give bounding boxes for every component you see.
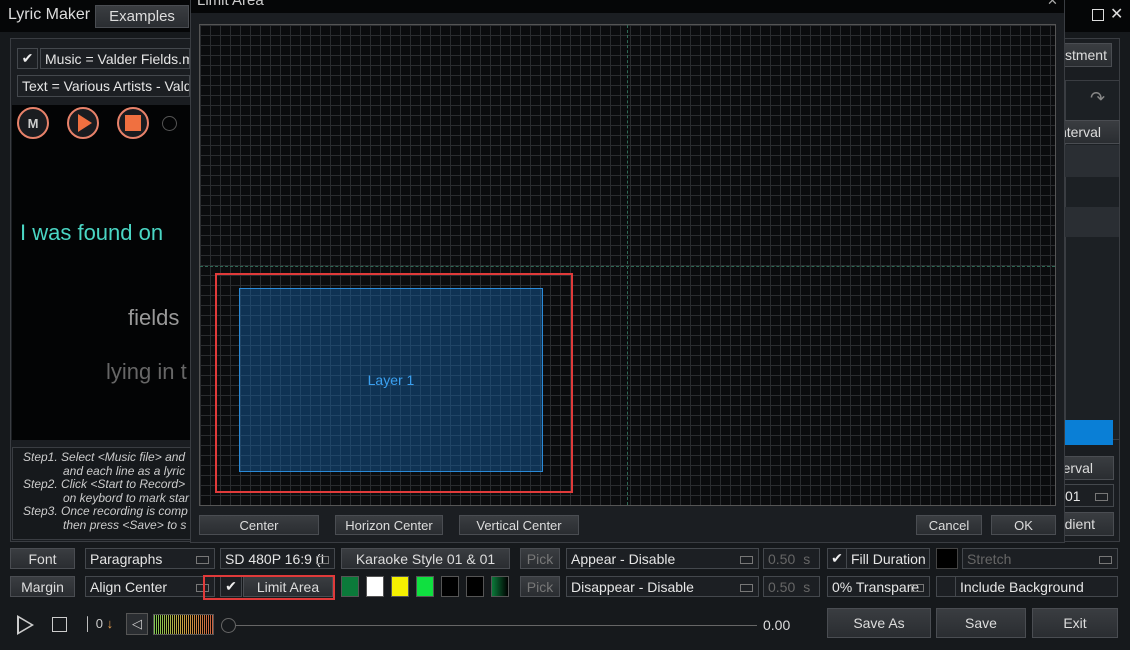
lyric-after: lying in t <box>106 359 187 384</box>
play-icon-inner <box>19 618 31 632</box>
limit-area-canvas[interactable]: Layer 1 <box>199 24 1056 506</box>
counter-value: 0 <box>95 616 103 631</box>
margin-button[interactable]: Margin <box>10 576 75 597</box>
vertical-center-button[interactable]: Vertical Center <box>459 515 579 535</box>
text-file-field[interactable]: Text = Various Artists - Vald <box>17 75 190 97</box>
lyric-current: I was found on <box>20 220 164 245</box>
step3-cont: then press <Save> to s <box>63 517 187 532</box>
lyric-preview <box>12 105 190 440</box>
music-checkbox[interactable]: ✔ <box>17 48 38 69</box>
karaoke-style-button[interactable]: Karaoke Style 01 & 01 <box>341 548 510 569</box>
ok-button[interactable]: OK <box>991 515 1056 535</box>
stretch-select[interactable]: Stretch <box>962 548 1118 569</box>
color-swatch[interactable] <box>466 576 484 597</box>
dialog-title-bar <box>191 0 1064 13</box>
appear-time: 0.50 <box>768 550 796 567</box>
color-swatch[interactable] <box>391 576 409 597</box>
lyric-next: fields <box>128 305 180 330</box>
record-slider-knob[interactable] <box>162 116 177 131</box>
appear-time-field[interactable]: 0.50 s <box>763 548 820 569</box>
disappear-time: 0.50 <box>768 578 796 595</box>
dialog-title: Limit Area <box>197 0 264 9</box>
fill-color-swatch[interactable] <box>936 548 958 569</box>
step3: Step3. Once recording is comp <box>23 504 188 518</box>
app-title: Lyric Maker <box>8 6 91 23</box>
volume-meter[interactable] <box>153 614 214 635</box>
music-file-field[interactable]: Music = Valder Fields.m <box>40 48 190 69</box>
dialog-close-icon[interactable]: ✕ <box>1047 0 1058 9</box>
save-as-button[interactable]: Save As <box>827 608 931 638</box>
disappear-select[interactable]: Disappear - Disable <box>566 576 759 597</box>
color-swatch[interactable] <box>416 576 434 597</box>
unit-label: s <box>803 550 811 567</box>
list-row[interactable] <box>1065 145 1119 177</box>
vertical-center-guide <box>627 25 628 505</box>
color-swatch[interactable] <box>491 576 509 597</box>
color-swatch[interactable] <box>341 576 359 597</box>
resolution-select[interactable]: SD 480P 16:9 (I <box>220 548 335 569</box>
counter: │ 0 ↓ <box>84 616 114 631</box>
stop-record-button[interactable] <box>117 107 149 139</box>
paragraphs-select[interactable]: Paragraphs <box>85 548 215 569</box>
align-select[interactable]: Align Center <box>85 576 215 597</box>
color-swatch[interactable] <box>366 576 384 597</box>
unit-label: s <box>803 578 811 595</box>
include-background-label: Include Background <box>955 576 1118 597</box>
steps-help: Step1. Select <Music file> and and each … <box>12 447 192 540</box>
cancel-button[interactable]: Cancel <box>916 515 982 535</box>
limit-area-highlight <box>203 575 335 600</box>
horizontal-center-guide <box>200 266 1055 267</box>
stop-icon <box>125 115 141 131</box>
music-button[interactable]: M <box>17 107 49 139</box>
play-record-button[interactable] <box>67 107 99 139</box>
play-icon <box>78 114 92 132</box>
color-bar[interactable] <box>1065 420 1113 445</box>
step2-cont: on keybord to mark star <box>63 490 190 505</box>
pick-appear-button[interactable]: Pick <box>520 548 560 569</box>
seek-track[interactable] <box>232 625 757 626</box>
fill-duration-label: Fill Duration <box>846 548 930 569</box>
seek-knob[interactable] <box>221 618 236 633</box>
layer-1-box[interactable]: Layer 1 <box>239 288 543 472</box>
close-icon[interactable]: ✕ <box>1110 4 1123 24</box>
transparency-select[interactable]: 0% Transpare <box>827 576 930 597</box>
disappear-time-field[interactable]: 0.50 s <box>763 576 820 597</box>
pick-disappear-button[interactable]: Pick <box>520 576 560 597</box>
center-button[interactable]: Center <box>199 515 319 535</box>
speaker-icon[interactable]: ◁ <box>126 613 148 635</box>
exit-button[interactable]: Exit <box>1032 608 1118 638</box>
step1: Step1. Select <Music file> and <box>23 450 186 464</box>
limit-area-dialog: Limit Area ✕ Layer 1 Center Horizon Cent… <box>190 0 1065 543</box>
redo-icon[interactable]: ↷ <box>1090 88 1105 109</box>
maximize-icon[interactable] <box>1092 9 1104 21</box>
examples-tab[interactable]: Examples <box>95 5 189 28</box>
time-display: 0.00 <box>763 617 791 633</box>
step1-cont: and each line as a lyric <box>63 463 186 478</box>
include-background-checkbox[interactable] <box>936 576 956 597</box>
color-swatch[interactable] <box>441 576 459 597</box>
stop-icon[interactable] <box>52 617 67 632</box>
font-button[interactable]: Font <box>10 548 75 569</box>
appear-select[interactable]: Appear - Disable <box>566 548 759 569</box>
step2: Step2. Click <Start to Record> <box>23 477 186 491</box>
horizon-center-button[interactable]: Horizon Center <box>335 515 443 535</box>
fill-duration-checkbox[interactable]: ✔ <box>827 548 847 569</box>
interval-select[interactable]: 01 <box>1060 484 1114 507</box>
save-button[interactable]: Save <box>936 608 1026 638</box>
list-row[interactable] <box>1065 207 1119 237</box>
